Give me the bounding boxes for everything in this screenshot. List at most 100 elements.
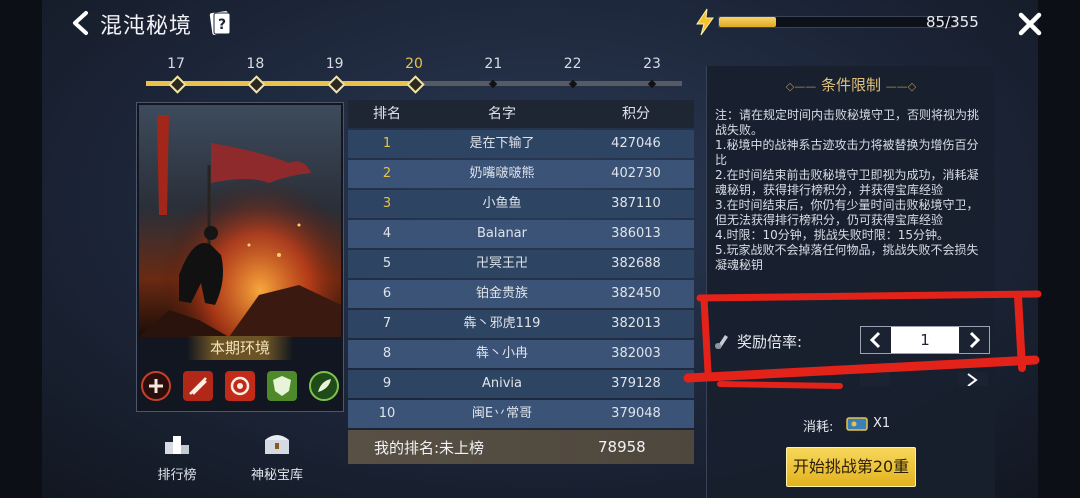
score-cell: 387110 bbox=[611, 196, 661, 211]
leaderboard-label: 排行榜 bbox=[157, 468, 197, 483]
environment-artwork bbox=[139, 105, 341, 337]
treasury-button[interactable]: 神秘宝库 bbox=[242, 428, 312, 488]
combat-buff-icon[interactable] bbox=[141, 371, 171, 401]
reward-multiplier-value[interactable]: 1 bbox=[891, 327, 959, 353]
name-cell: 小鱼鱼 bbox=[482, 196, 522, 211]
environment-icon-row bbox=[141, 371, 341, 405]
rank-cell: 8 bbox=[382, 346, 392, 361]
leaderboard-button[interactable]: 排行榜 bbox=[142, 428, 212, 488]
increase-button[interactable] bbox=[959, 327, 989, 353]
table-row[interactable]: 1 是在下输了 427046 bbox=[348, 130, 694, 158]
level-23-label[interactable]: 23 bbox=[632, 56, 672, 72]
environment-label: 本期环境 bbox=[187, 336, 293, 360]
shield-skill-icon[interactable] bbox=[267, 371, 297, 401]
my-rank-label: 我的排名:未上榜 bbox=[374, 438, 485, 457]
score-cell: 402730 bbox=[611, 166, 661, 181]
score-cell: 379048 bbox=[611, 406, 661, 421]
rank-cell: 10 bbox=[378, 406, 396, 421]
left-bezel bbox=[0, 0, 42, 498]
table-row[interactable]: 8 犇丶小冉 382003 bbox=[348, 340, 694, 368]
reward-multiplier-label: 奖励倍率: bbox=[737, 333, 803, 351]
condition-line: 2.在时间结束前击败秘境守卫即视为成功，消耗凝魂秘钥，获得排行榜积分，并获得宝库… bbox=[715, 168, 979, 197]
table-row[interactable]: 5 卍冥王卍 382688 bbox=[348, 250, 694, 278]
environment-card: 本期环境 bbox=[136, 102, 344, 412]
table-row[interactable]: 3 小鱼鱼 387110 bbox=[348, 190, 694, 218]
name-cell: 奶嘴啵啵熊 bbox=[469, 166, 535, 181]
name-cell: 是在下输了 bbox=[469, 136, 535, 151]
score-cell: 382013 bbox=[611, 316, 661, 331]
back-arrow-icon[interactable] bbox=[70, 10, 92, 36]
table-row[interactable]: 4 Balanar 386013 bbox=[348, 220, 694, 248]
level-17-label[interactable]: 17 bbox=[156, 56, 196, 72]
right-bezel bbox=[1038, 0, 1080, 498]
start-challenge-button[interactable]: 开始挑战第20重 bbox=[786, 447, 916, 487]
help-book-icon[interactable]: ? bbox=[208, 9, 234, 37]
conditions-heading: ◇—— 条件限制 ——◇ bbox=[707, 74, 995, 95]
energy-count: 85/355 bbox=[926, 13, 979, 31]
ranking-header-row: 排名 名字 积分 bbox=[348, 100, 694, 128]
level-21-label[interactable]: 21 bbox=[473, 56, 513, 72]
rank-cell: 1 bbox=[382, 136, 392, 151]
score-cell: 386013 bbox=[611, 226, 661, 241]
ornament-left-icon: ◇—— bbox=[785, 80, 817, 93]
my-rank-score: 78958 bbox=[598, 438, 646, 456]
cost-quantity: X1 bbox=[873, 416, 891, 431]
condition-line: 5.玩家战败不会掉落任何物品，挑战失败不会损失凝魂秘钥 bbox=[715, 243, 979, 272]
decrease-button[interactable] bbox=[861, 327, 891, 353]
hidden-stepper-fragment bbox=[860, 372, 988, 386]
table-row[interactable]: 9 Anivia 379128 bbox=[348, 370, 694, 398]
svg-text:?: ? bbox=[218, 17, 226, 33]
score-cell: 427046 bbox=[611, 136, 661, 151]
conditions-panel: ◇—— 条件限制 ——◇ 注：请在规定时间内击败秘境守卫，否则将视为挑战失败。 … bbox=[706, 66, 995, 498]
table-row[interactable]: 6 铂金贵族 382450 bbox=[348, 280, 694, 308]
score-cell: 382003 bbox=[611, 346, 661, 361]
conditions-title: 条件限制 bbox=[820, 76, 881, 94]
level-22-label[interactable]: 22 bbox=[553, 56, 593, 72]
key-icon bbox=[715, 335, 728, 349]
level-19-label[interactable]: 19 bbox=[315, 56, 355, 72]
my-rank-bar: 我的排名:未上榜 78958 bbox=[348, 430, 694, 464]
table-row[interactable]: 10 闽E丷常哥 379048 bbox=[348, 400, 694, 428]
ranking-rows: 1 是在下输了 427046 2 奶嘴啵啵熊 402730 3 小鱼鱼 387110 4 Balan… bbox=[348, 130, 694, 428]
cost-label: 消耗: bbox=[803, 420, 834, 435]
table-row[interactable]: 7 犇丶邪虎119 382013 bbox=[348, 310, 694, 338]
reward-multiplier-stepper: 1 bbox=[860, 326, 990, 354]
leaf-skill-icon[interactable] bbox=[309, 371, 339, 401]
level-20-label[interactable]: 20 bbox=[394, 56, 434, 72]
level-track: 17 18 19 20 21 22 23 bbox=[146, 56, 682, 94]
level-node-icon[interactable] bbox=[247, 75, 267, 94]
top-bar: 混沌秘境 ? 85/355 bbox=[42, 0, 1042, 46]
name-cell: 铂金贵族 bbox=[475, 286, 528, 301]
name-cell: 犇丶邪虎119 bbox=[463, 316, 541, 331]
close-icon[interactable] bbox=[1016, 10, 1044, 38]
treasury-label: 神秘宝库 bbox=[250, 468, 303, 483]
rank-cell: 3 bbox=[382, 196, 392, 211]
energy-progress-fill bbox=[719, 17, 776, 27]
rank-column-header: 排名 bbox=[373, 106, 401, 122]
vortex-skill-icon[interactable] bbox=[225, 371, 255, 401]
rank-cell: 2 bbox=[382, 166, 392, 181]
level-node-icon[interactable] bbox=[326, 75, 346, 94]
score-cell: 382688 bbox=[611, 256, 661, 271]
rank-cell: 7 bbox=[382, 316, 392, 331]
name-cell: Anivia bbox=[481, 376, 522, 391]
ranking-table: 排名 名字 积分 1 是在下输了 427046 2 奶嘴啵啵熊 402730 3 小鱼鱼 387… bbox=[348, 100, 694, 428]
name-cell: 闽E丷常哥 bbox=[471, 406, 533, 421]
name-cell: Balanar bbox=[476, 226, 527, 241]
conditions-text: 注：请在规定时间内击败秘境守卫，否则将视为挑战失败。 1.秘境中的战神系古迹攻击… bbox=[715, 108, 989, 273]
condition-line: 3.在时间结束后，你仍有少量时间击败秘境守卫，但无法获得排行榜积分，仍可获得宝库… bbox=[715, 198, 979, 227]
rank-cell: 6 bbox=[382, 286, 392, 301]
table-row[interactable]: 2 奶嘴啵啵熊 402730 bbox=[348, 160, 694, 188]
level-18-label[interactable]: 18 bbox=[235, 56, 275, 72]
level-node-icon[interactable] bbox=[406, 75, 425, 94]
chevron-left-icon bbox=[869, 331, 881, 349]
condition-note: 注：请在规定时间内击败秘境守卫，否则将视为挑战失败。 bbox=[715, 108, 980, 137]
ornament-right-icon: ——◇ bbox=[885, 80, 917, 93]
condition-line: 4.时限：10分钟，挑战失败时限：15分钟。 bbox=[715, 228, 949, 242]
slash-skill-icon[interactable] bbox=[183, 371, 213, 401]
score-cell: 382450 bbox=[611, 286, 661, 301]
rank-cell: 4 bbox=[382, 226, 392, 241]
page-title: 混沌秘境 bbox=[100, 14, 193, 39]
soul-key-item-icon bbox=[846, 417, 868, 431]
level-node-icon[interactable] bbox=[168, 75, 187, 94]
